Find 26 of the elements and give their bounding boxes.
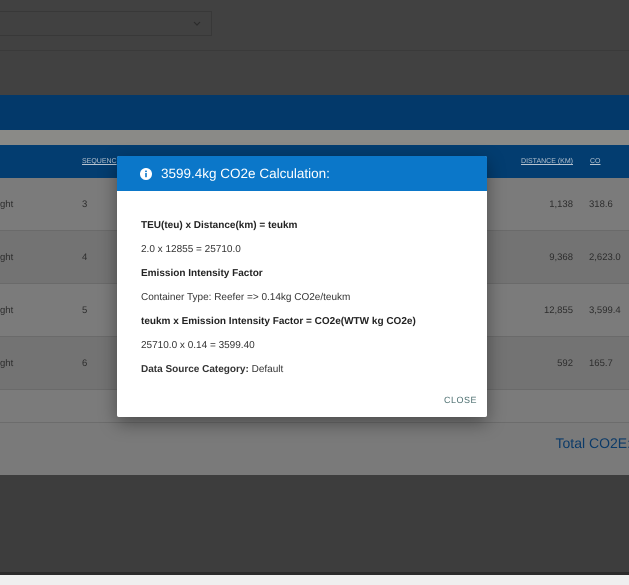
- table-cell-text: 2,623.0: [588, 252, 622, 262]
- info-icon: [140, 168, 152, 180]
- table-cell-text: ght: [0, 358, 14, 368]
- table-cell-text: 1,138: [548, 198, 573, 210]
- table-cell: 6: [82, 358, 88, 368]
- table-cell-text: 3,599.4: [588, 304, 622, 316]
- formula-heading: TEU(teu) x Distance(km) = teukm: [141, 219, 298, 232]
- table-cell-text: 592: [556, 358, 573, 368]
- table-cell: 3: [82, 198, 88, 210]
- formula-text: Container Type: Reefer => 0.14kg CO2e/teukm: [141, 291, 352, 304]
- formula-heading: teukm x Emission Intensity Factor = CO2e(WTW kg CO2e): [141, 315, 417, 328]
- table-cell-text: 9,368: [548, 252, 573, 262]
- formula-text: 2.0 x 12855 = 25710.0: [141, 243, 242, 256]
- formula-heading: Emission Intensity Factor: [141, 267, 264, 280]
- close-button[interactable]: CLOSE: [444, 393, 477, 407]
- table-cell-text: 318.6: [588, 198, 614, 210]
- table-cell: 5: [82, 304, 88, 316]
- table-cell: 4: [82, 252, 88, 262]
- formula-text: 25710.0 x 0.14 = 3599.40: [141, 339, 256, 352]
- table-cell-text: ght: [0, 198, 14, 210]
- table-cell-text: 165.7: [588, 358, 614, 368]
- data-source-text: Data Source Category: Default: [141, 363, 284, 376]
- dialog-title: 3599.4kg CO2e Calculation:: [161, 166, 330, 181]
- table-cell-text: ght: [0, 252, 14, 262]
- table-cell-text: ght: [0, 304, 14, 316]
- table-cell-text: 12,855: [542, 304, 573, 316]
